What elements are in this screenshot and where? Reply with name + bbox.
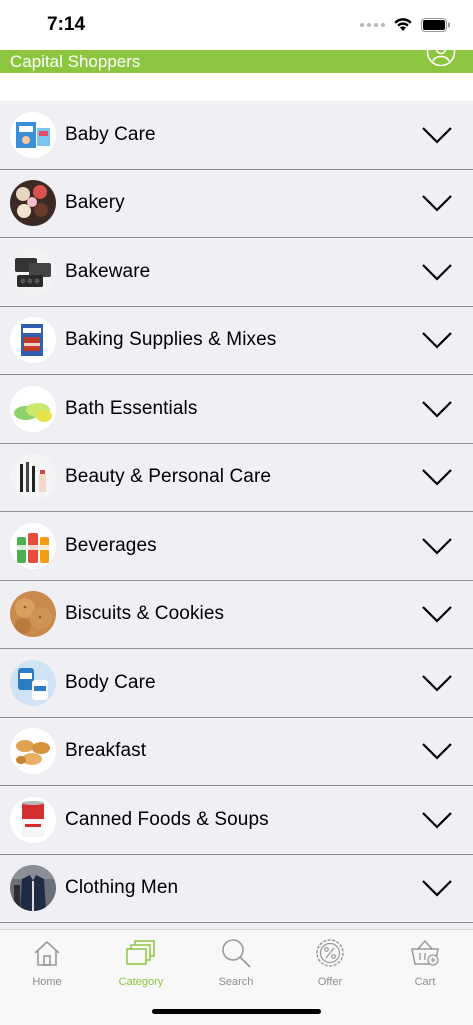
category-row-bath-essentials[interactable]: Bath Essentials (0, 375, 473, 444)
category-label: Beverages (65, 534, 157, 556)
category-label: Beauty & Personal Care (65, 466, 272, 488)
tab-search[interactable]: Search (189, 936, 283, 988)
category-label: Biscuits & Cookies (65, 603, 225, 625)
chevron-down-icon[interactable] (421, 674, 453, 692)
category-row-bakery[interactable]: Bakery (0, 170, 473, 238)
tab-home[interactable]: Home (0, 936, 94, 988)
category-list: Baby Care Bakery Bakeware Baking Supplie… (0, 101, 473, 929)
category-row-canned-foods[interactable]: Canned Foods & Soups (0, 786, 473, 855)
category-row-beverages[interactable]: Beverages (0, 512, 473, 581)
diapers-pack-icon (10, 111, 56, 158)
category-label: Bath Essentials (65, 397, 198, 419)
tab-category[interactable]: Category (94, 936, 188, 988)
wifi-icon (394, 18, 412, 31)
lotion-bottles-icon (10, 659, 56, 706)
soap-bars-icon (10, 385, 56, 432)
home-indicator (152, 1009, 321, 1014)
app-title: Capital Shoppers (10, 52, 141, 71)
status-bar: 7:14 (0, 0, 473, 50)
category-row-beauty[interactable]: Beauty & Personal Care (0, 444, 473, 512)
chevron-down-icon[interactable] (421, 331, 453, 349)
tab-offer[interactable]: Offer (283, 936, 377, 988)
soup-can-icon (10, 796, 56, 843)
signal-icon (360, 22, 385, 27)
chevron-down-icon[interactable] (421, 194, 453, 212)
app-header: Capital Shoppers (0, 50, 473, 73)
search-icon (222, 939, 251, 968)
juice-bottles-icon (10, 522, 56, 569)
makeup-brushes-icon (10, 454, 56, 501)
category-label: Canned Foods & Soups (65, 808, 269, 830)
tab-home-label: Home (32, 976, 62, 988)
chevron-down-icon[interactable] (421, 879, 453, 897)
tab-category-label: Category (118, 976, 164, 988)
tab-offer-label: Offer (317, 976, 343, 988)
tab-search-label: Search (218, 976, 254, 988)
baking-pans-icon (10, 248, 56, 295)
category-row-body-care[interactable]: Body Care (0, 649, 473, 718)
chevron-down-icon[interactable] (421, 811, 453, 829)
mens-jacket-icon (10, 865, 56, 912)
category-label: Bakeware (65, 260, 151, 282)
home-icon (34, 940, 60, 966)
chevron-down-icon[interactable] (421, 468, 453, 486)
category-row-baby-care[interactable]: Baby Care (0, 101, 473, 170)
chevron-down-icon[interactable] (421, 537, 453, 555)
category-row-biscuits[interactable]: Biscuits & Cookies (0, 581, 473, 649)
chevron-down-icon[interactable] (421, 263, 453, 281)
category-row-bakeware[interactable]: Bakeware (0, 238, 473, 307)
category-row-breakfast[interactable]: Breakfast (0, 718, 473, 786)
category-label: Baby Care (65, 123, 156, 145)
battery-icon (421, 17, 450, 32)
category-row-clothing-men[interactable]: Clothing Men (0, 855, 473, 923)
cookies-icon (10, 591, 56, 638)
category-label: Baking Supplies & Mixes (65, 329, 277, 351)
profile-icon[interactable] (426, 50, 456, 67)
tab-cart-label: Cart (414, 976, 436, 988)
category-label: Clothing Men (65, 877, 179, 899)
cupcakes-icon (10, 180, 56, 227)
cake-mix-box-icon (10, 317, 56, 364)
status-time: 7:14 (47, 14, 86, 35)
category-label: Body Care (65, 671, 156, 693)
category-row-baking-supplies[interactable]: Baking Supplies & Mixes (0, 307, 473, 375)
croissants-icon (10, 728, 56, 775)
chevron-down-icon[interactable] (421, 400, 453, 418)
tab-cart[interactable]: Cart (378, 936, 472, 988)
cart-basket-icon (411, 939, 439, 966)
category-icon (126, 940, 155, 965)
offer-badge-icon (316, 939, 344, 967)
category-label: Bakery (65, 192, 125, 214)
chevron-down-icon[interactable] (421, 605, 453, 623)
chevron-down-icon[interactable] (421, 126, 453, 144)
category-label: Breakfast (65, 740, 147, 762)
status-icons (360, 17, 451, 32)
chevron-down-icon[interactable] (421, 742, 453, 760)
